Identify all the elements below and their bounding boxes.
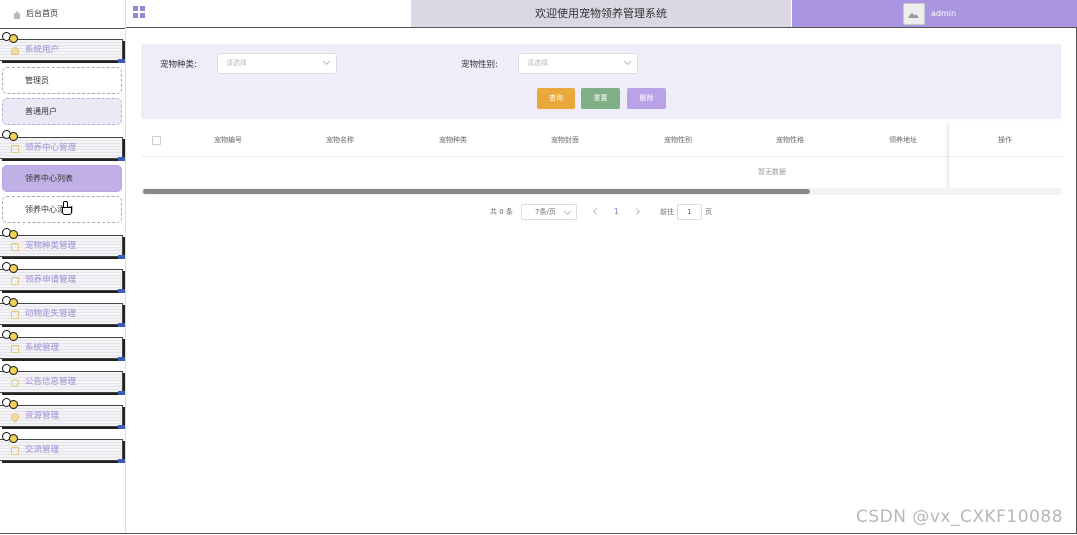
column-header[interactable]: 宠物性格 (760, 124, 820, 156)
folder-icon (11, 311, 19, 319)
menu-label: 公告信息管理 (25, 377, 77, 387)
goto-page-input[interactable]: 1 (677, 204, 702, 220)
folder-icon (11, 277, 19, 285)
top-header: 欢迎使用宠物领养管理系统 admin (126, 0, 1077, 28)
column-header[interactable]: 宠物种类 (423, 124, 483, 156)
pagination-total: 共 0 条 (490, 208, 513, 216)
menu-system-users[interactable]: 系统用户 (0, 32, 125, 63)
page-size-select[interactable]: 7条/页 (521, 204, 577, 220)
menu-toggle-icon[interactable] (133, 6, 145, 18)
clip-decoration (2, 296, 18, 307)
fixed-operation-column (948, 124, 1062, 194)
pet-gender-select[interactable]: 请选择 (518, 53, 638, 74)
location-icon (9, 411, 21, 423)
column-header[interactable]: 领养地址 (873, 124, 933, 156)
submenu-adoption-center-list[interactable]: 领养中心列表 (2, 165, 122, 192)
clip-decoration (2, 432, 18, 443)
column-header[interactable]: 宠物封面 (535, 124, 595, 156)
home-icon (13, 11, 21, 19)
submenu-normal-user[interactable]: 普通用户 (2, 98, 122, 125)
pet-type-select[interactable]: 请选择 (217, 53, 337, 74)
clip-decoration (2, 398, 18, 409)
menu-label: 领养申请管理 (25, 275, 77, 285)
menu-system-manage[interactable]: 系统管理 (0, 330, 125, 361)
clip-decoration (2, 130, 18, 141)
avatar-image-icon[interactable] (903, 3, 925, 25)
menu-label: 系统用户 (25, 45, 60, 55)
reset-button[interactable]: 重置 (581, 88, 620, 109)
hand-cursor-icon (62, 201, 72, 215)
clip-decoration (2, 330, 18, 341)
column-header[interactable]: 宠物名称 (310, 124, 370, 156)
column-header[interactable]: 宠物编号 (198, 124, 258, 156)
pet-gender-label: 宠物性别: (461, 60, 498, 70)
submenu-admin[interactable]: 管理员 (2, 67, 122, 94)
username: admin (931, 9, 957, 18)
folder-icon (11, 145, 19, 153)
pet-type-label: 宠物种类: (160, 60, 197, 70)
delete-button[interactable]: 删除 (627, 88, 666, 109)
watermark: CSDN @vx_CXKF10088 (856, 507, 1064, 527)
clip-decoration (2, 32, 18, 43)
chevron-down-icon (623, 57, 632, 66)
menu-label: 资源管理 (25, 411, 60, 421)
menu-announcement[interactable]: 公告信息管理 (0, 364, 125, 395)
pet-gender-placeholder: 请选择 (527, 59, 548, 67)
info-icon (11, 379, 19, 387)
menu-adoption-center[interactable]: 领养中心管理 (0, 130, 125, 161)
menu-label: 交流管理 (25, 445, 60, 455)
clip-decoration (2, 228, 18, 239)
goto-label: 前往 (660, 208, 674, 216)
clip-decoration (2, 262, 18, 273)
page-suffix: 页 (705, 208, 712, 216)
sidebar-home[interactable]: 后台首页 (0, 0, 125, 29)
column-header[interactable]: 宠物性别 (648, 124, 708, 156)
sidebar: 后台首页 系统用户 管理员 普通用户 领养中心管理 领养中心列表 领养中心添加 … (0, 0, 126, 533)
table-header: 宠物编号 宠物名称 宠物种类 宠物封面 宠物性别 宠物性格 领养地址 操作 (141, 124, 1061, 157)
pet-type-placeholder: 请选择 (226, 59, 247, 67)
menu-label: 系统管理 (25, 343, 60, 353)
folder-icon (11, 243, 19, 251)
folder-icon (11, 447, 19, 455)
current-page[interactable]: 1 (614, 205, 619, 219)
table-empty: 暂无数据 (141, 157, 948, 187)
menu-adoption-apply[interactable]: 领养申请管理 (0, 262, 125, 293)
empty-text: 暂无数据 (758, 168, 786, 176)
clip-decoration (2, 364, 18, 375)
menu-animal-lost[interactable]: 动物走失管理 (0, 296, 125, 327)
query-button[interactable]: 查询 (537, 88, 575, 109)
menu-label: 领养中心管理 (25, 143, 77, 153)
select-all-checkbox[interactable] (152, 136, 161, 145)
chevron-down-icon (563, 207, 572, 216)
search-panel: 宠物种类: 请选择 宠物性别: 请选择 查询 重置 删除 (141, 44, 1061, 119)
menu-resource[interactable]: 资源管理 (0, 398, 125, 429)
horizontal-scrollbar[interactable] (143, 189, 810, 194)
user-area[interactable]: admin (792, 0, 1077, 27)
menu-label: 动物走失管理 (25, 309, 77, 319)
home-label: 后台首页 (26, 9, 58, 18)
menu-label: 宠物种类管理 (25, 241, 77, 251)
user-icon (11, 47, 19, 55)
folder-icon (11, 345, 19, 353)
menu-pet-type[interactable]: 宠物种类管理 (0, 228, 125, 259)
welcome-title: 欢迎使用宠物领养管理系统 (411, 0, 791, 27)
chevron-down-icon (322, 57, 331, 66)
menu-communication[interactable]: 交流管理 (0, 432, 125, 463)
page-size-value: 7条/页 (535, 208, 556, 216)
